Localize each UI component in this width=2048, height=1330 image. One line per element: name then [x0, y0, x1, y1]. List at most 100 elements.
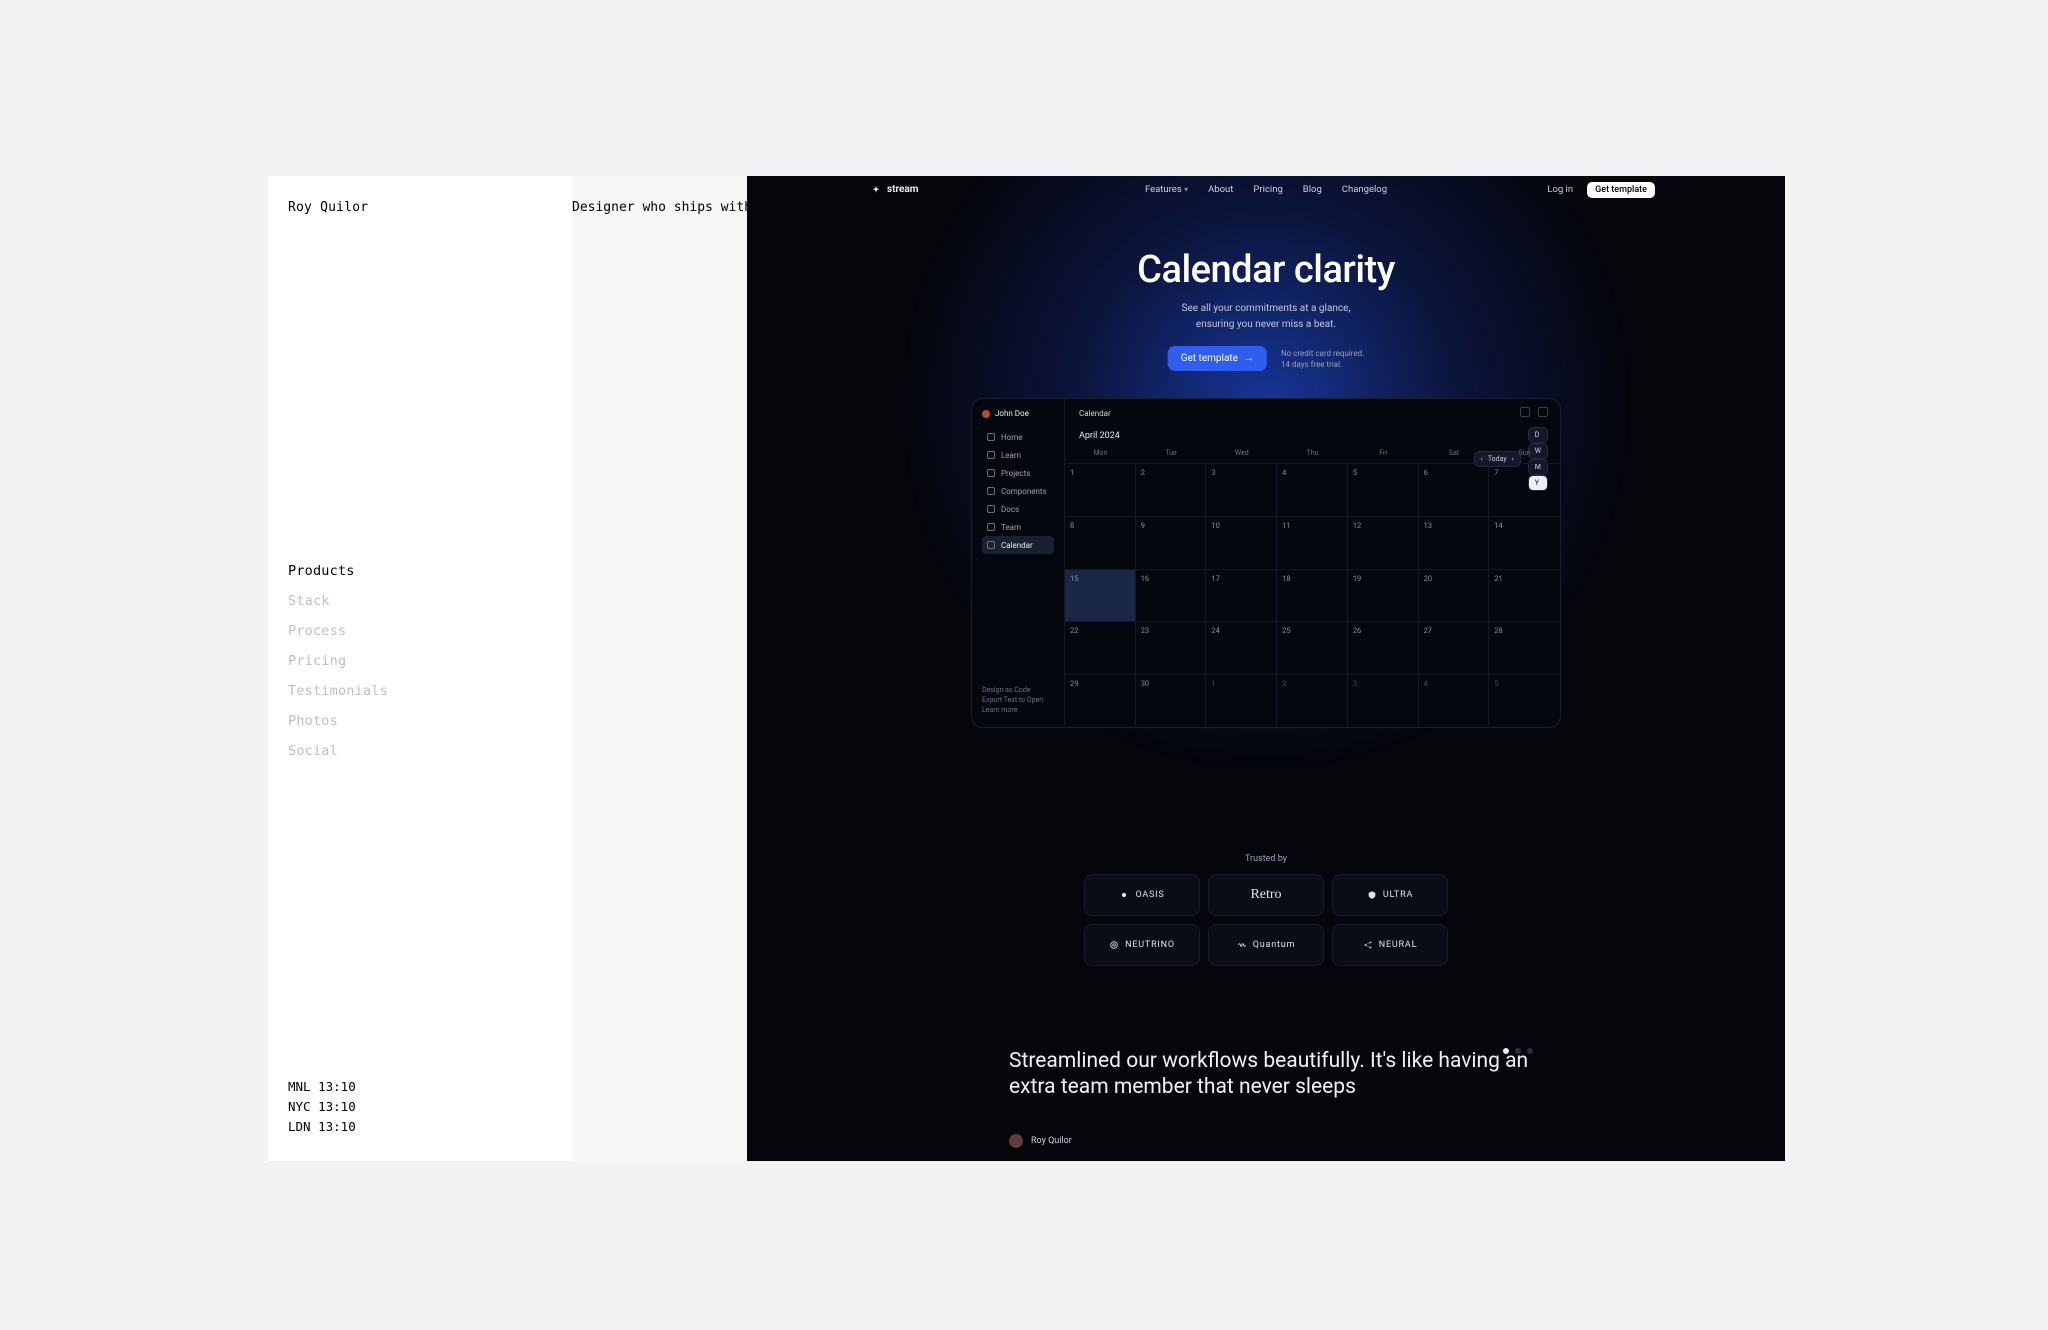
cal-cell[interactable]: 18 — [1277, 569, 1348, 622]
cal-cell[interactable]: 29 — [1065, 674, 1136, 727]
cal-cell[interactable]: 1 — [1206, 674, 1277, 727]
gear-icon[interactable] — [1538, 407, 1548, 417]
cal-date: 4 — [1424, 679, 1428, 688]
cal-cell[interactable]: 6 — [1419, 463, 1490, 516]
cal-cell[interactable]: 17 — [1206, 569, 1277, 622]
cal-date: 8 — [1070, 521, 1074, 530]
hero-sub-line1: See all your commitments at a glance, — [747, 301, 1785, 317]
cal-cell[interactable]: 30 — [1136, 674, 1207, 727]
cal-cell[interactable]: 2 — [1136, 463, 1207, 516]
cal-cell[interactable]: 1 — [1065, 463, 1136, 516]
cal-cell[interactable]: 8 — [1065, 516, 1136, 569]
cal-cell[interactable]: 3 — [1348, 674, 1419, 727]
hero-subtitle: See all your commitments at a glance, en… — [747, 301, 1785, 333]
cal-cell[interactable]: 14 — [1489, 516, 1560, 569]
cal-cell[interactable]: 23 — [1136, 621, 1207, 674]
cal-date: 21 — [1494, 574, 1502, 583]
cal-body: Calendar April 2024 ‹ Today › DWMY MonTu… — [1065, 399, 1560, 727]
nav-process[interactable]: Process — [288, 616, 388, 646]
cal-footer-3[interactable]: Learn more — [982, 705, 1043, 715]
hero-nav-blog[interactable]: Blog — [1303, 184, 1322, 195]
get-template-button[interactable]: Get template → — [1168, 346, 1267, 371]
cal-cell[interactable]: 27 — [1419, 621, 1490, 674]
logo-quantum: Quantum — [1208, 924, 1324, 966]
nav-photos[interactable]: Photos — [288, 706, 388, 736]
cal-cell[interactable]: 15 — [1065, 569, 1136, 622]
nav-products[interactable]: Products — [288, 556, 388, 586]
hero-nav-changelog[interactable]: Changelog — [1342, 184, 1387, 195]
testimonial-author: Roy Quilor — [1009, 1134, 1072, 1148]
cal-cell[interactable]: 11 — [1277, 516, 1348, 569]
cal-date: 2 — [1282, 679, 1286, 688]
projects-icon — [987, 469, 995, 477]
cal-cell[interactable]: 9 — [1136, 516, 1207, 569]
cal-cell[interactable]: 10 — [1206, 516, 1277, 569]
cal-cell[interactable]: 4 — [1419, 674, 1490, 727]
cal-side-projects[interactable]: Projects — [982, 464, 1054, 482]
cal-date: 19 — [1353, 574, 1361, 583]
cal-cell[interactable]: 5 — [1489, 674, 1560, 727]
cal-side-calendar[interactable]: Calendar — [982, 536, 1054, 554]
day-hdr: Tue — [1136, 449, 1207, 463]
calendar-icon — [987, 541, 995, 549]
login-link[interactable]: Log in — [1547, 184, 1573, 195]
cal-cell[interactable]: 3 — [1206, 463, 1277, 516]
cal-cell[interactable]: 22 — [1065, 621, 1136, 674]
clock-mnl: MNL 13:10 — [288, 1077, 356, 1097]
cal-cell[interactable]: 21 — [1489, 569, 1560, 622]
cal-tools — [1520, 407, 1548, 417]
cal-cell[interactable]: 4 — [1277, 463, 1348, 516]
testimonial-quote: Streamlined our workflows beautifully. I… — [1009, 1048, 1545, 1100]
view-d[interactable]: D — [1528, 427, 1548, 443]
cal-cell[interactable]: 24 — [1206, 621, 1277, 674]
cal-cell[interactable]: 28 — [1489, 621, 1560, 674]
mid-column — [572, 176, 747, 1161]
author-name: Roy Quilor — [1031, 1136, 1072, 1146]
get-template-pill[interactable]: Get template — [1587, 182, 1655, 198]
cal-date: 14 — [1494, 521, 1502, 530]
cal-date: 25 — [1282, 626, 1290, 635]
logo-text: OASIS — [1135, 890, 1164, 900]
cal-date: 4 — [1282, 468, 1286, 477]
cal-date: 5 — [1353, 468, 1357, 477]
cal-user[interactable]: John Doe — [982, 409, 1054, 418]
hero-logo[interactable]: stream — [871, 184, 918, 195]
cal-date: 2 — [1141, 468, 1145, 477]
nav-pricing[interactable]: Pricing — [288, 646, 388, 676]
clock-ldn: LDN 13:10 — [288, 1117, 356, 1137]
cal-cell[interactable]: 2 — [1277, 674, 1348, 727]
cal-cell[interactable]: 16 — [1136, 569, 1207, 622]
hero-topnav: stream Features ▾ About Pricing Blog Changel… — [747, 184, 1785, 195]
cal-cell[interactable]: 20 — [1419, 569, 1490, 622]
arrow-right-icon: → — [1244, 353, 1254, 364]
hero-nav-features[interactable]: Features ▾ — [1145, 184, 1188, 195]
cal-cell[interactable]: 13 — [1419, 516, 1490, 569]
cal-date: 12 — [1353, 521, 1361, 530]
cal-date: 16 — [1141, 574, 1149, 583]
cal-cell[interactable]: 26 — [1348, 621, 1419, 674]
cal-date: 1 — [1070, 468, 1074, 477]
chevron-down-icon: ▾ — [1184, 185, 1188, 194]
hero-nav-pricing[interactable]: Pricing — [1253, 184, 1282, 195]
nav-social[interactable]: Social — [288, 736, 388, 766]
hero-nav-about[interactable]: About — [1208, 184, 1233, 195]
cal-side-team[interactable]: Team — [982, 518, 1054, 536]
cal-side-components[interactable]: Components — [982, 482, 1054, 500]
logo-oasis: OASIS — [1084, 874, 1200, 916]
search-icon[interactable] — [1520, 407, 1530, 417]
nav-testimonials[interactable]: Testimonials — [288, 676, 388, 706]
cal-date: 29 — [1070, 679, 1078, 688]
cal-side-docs[interactable]: Docs — [982, 500, 1054, 518]
cal-cell[interactable]: 25 — [1277, 621, 1348, 674]
cal-cell[interactable]: 7 — [1489, 463, 1560, 516]
brand[interactable]: Roy Quilor — [288, 200, 368, 215]
trusted-label: Trusted by — [747, 854, 1785, 864]
cal-cell[interactable]: 5 — [1348, 463, 1419, 516]
cal-cell[interactable]: 12 — [1348, 516, 1419, 569]
cal-date: 7 — [1494, 468, 1498, 477]
cal-side-learn[interactable]: Learn — [982, 446, 1054, 464]
cal-cell[interactable]: 19 — [1348, 569, 1419, 622]
nav-stack[interactable]: Stack — [288, 586, 388, 616]
cal-side-home[interactable]: Home — [982, 428, 1054, 446]
cal-side-label: Team — [1001, 523, 1021, 532]
